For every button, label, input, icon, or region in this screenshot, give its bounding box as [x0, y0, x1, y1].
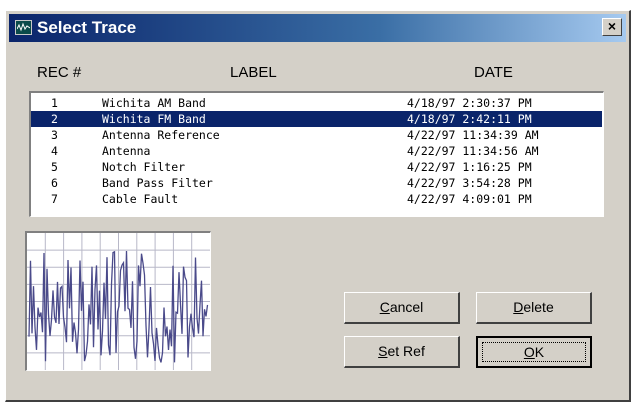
list-item-label: Antenna Reference	[102, 128, 220, 142]
cancel-button[interactable]: Cancel	[344, 292, 460, 324]
ok-mnemonic: O	[523, 344, 535, 360]
list-item-date: 4/22/97 4:09:01 PM	[407, 192, 532, 206]
list-item-rec: 1	[51, 96, 58, 110]
list-item[interactable]: 3 Antenna Reference 4/22/97 11:34:39 AM	[31, 127, 602, 143]
list-item-rec: 4	[51, 144, 58, 158]
list-item-date: 4/22/97 11:34:56 AM	[407, 144, 539, 158]
dialog-title: Select Trace	[37, 18, 137, 37]
list-item-rec: 2	[51, 112, 58, 126]
list-item[interactable]: 1 Wichita AM Band 4/18/97 2:30:37 PM	[31, 95, 602, 111]
ok-label: K	[534, 344, 545, 360]
select-trace-dialog: Select Trace × REC # LABEL DATE 1 Wichita…	[5, 10, 631, 402]
list-item-rec: 3	[51, 128, 58, 142]
list-item-date: 4/18/97 2:30:37 PM	[407, 96, 532, 110]
column-header-rec: REC #	[37, 64, 82, 81]
list-item-rec: 6	[51, 176, 58, 190]
list-item-rec: 7	[51, 192, 58, 206]
list-item-label: Wichita AM Band	[102, 96, 206, 110]
column-header-date: DATE	[474, 64, 513, 81]
list-item-date: 4/22/97 11:34:39 AM	[407, 128, 539, 142]
list-item-label: Notch Filter	[102, 160, 186, 174]
delete-button[interactable]: Delete	[476, 292, 592, 324]
trace-list[interactable]: 1 Wichita AM Band 4/18/97 2:30:37 PM 2 Wichi…	[29, 91, 604, 217]
list-item-date: 4/18/97 2:42:11 PM	[407, 112, 532, 126]
list-item-label: Antenna	[102, 144, 151, 158]
list-item-label: Cable Fault	[102, 192, 179, 206]
delete-label: elete	[523, 299, 554, 315]
list-item[interactable]: 7 Cable Fault 4/22/97 4:09:01 PM	[31, 191, 602, 207]
list-item-date: 4/22/97 3:54:28 PM	[407, 176, 532, 190]
close-icon[interactable]: ×	[602, 18, 622, 36]
trace-preview-plot	[27, 233, 210, 370]
set-ref-label: et Ref	[387, 343, 425, 359]
delete-mnemonic: D	[513, 299, 524, 315]
list-item-rec: 5	[51, 160, 58, 174]
column-header-label: LABEL	[230, 64, 277, 81]
cancel-mnemonic: C	[379, 299, 390, 315]
list-item-label: Wichita FM Band	[102, 112, 206, 126]
list-item[interactable]: 5 Notch Filter 4/22/97 1:16:25 PM	[31, 159, 602, 175]
list-item[interactable]: 4 Antenna 4/22/97 11:34:56 AM	[31, 143, 602, 159]
ok-button[interactable]: OK	[476, 336, 592, 368]
list-item[interactable]: 6 Band Pass Filter 4/22/97 3:54:28 PM	[31, 175, 602, 191]
trace-icon	[15, 20, 32, 35]
cancel-label: ancel	[389, 299, 424, 315]
list-item-date: 4/22/97 1:16:25 PM	[407, 160, 532, 174]
trace-preview-graph	[25, 231, 211, 371]
set-ref-button[interactable]: Set Ref	[344, 336, 460, 368]
list-item-label: Band Pass Filter	[102, 176, 213, 190]
list-item[interactable]: 2 Wichita FM Band 4/18/97 2:42:11 PM	[31, 111, 602, 127]
title-bar: Select Trace ×	[9, 14, 626, 42]
